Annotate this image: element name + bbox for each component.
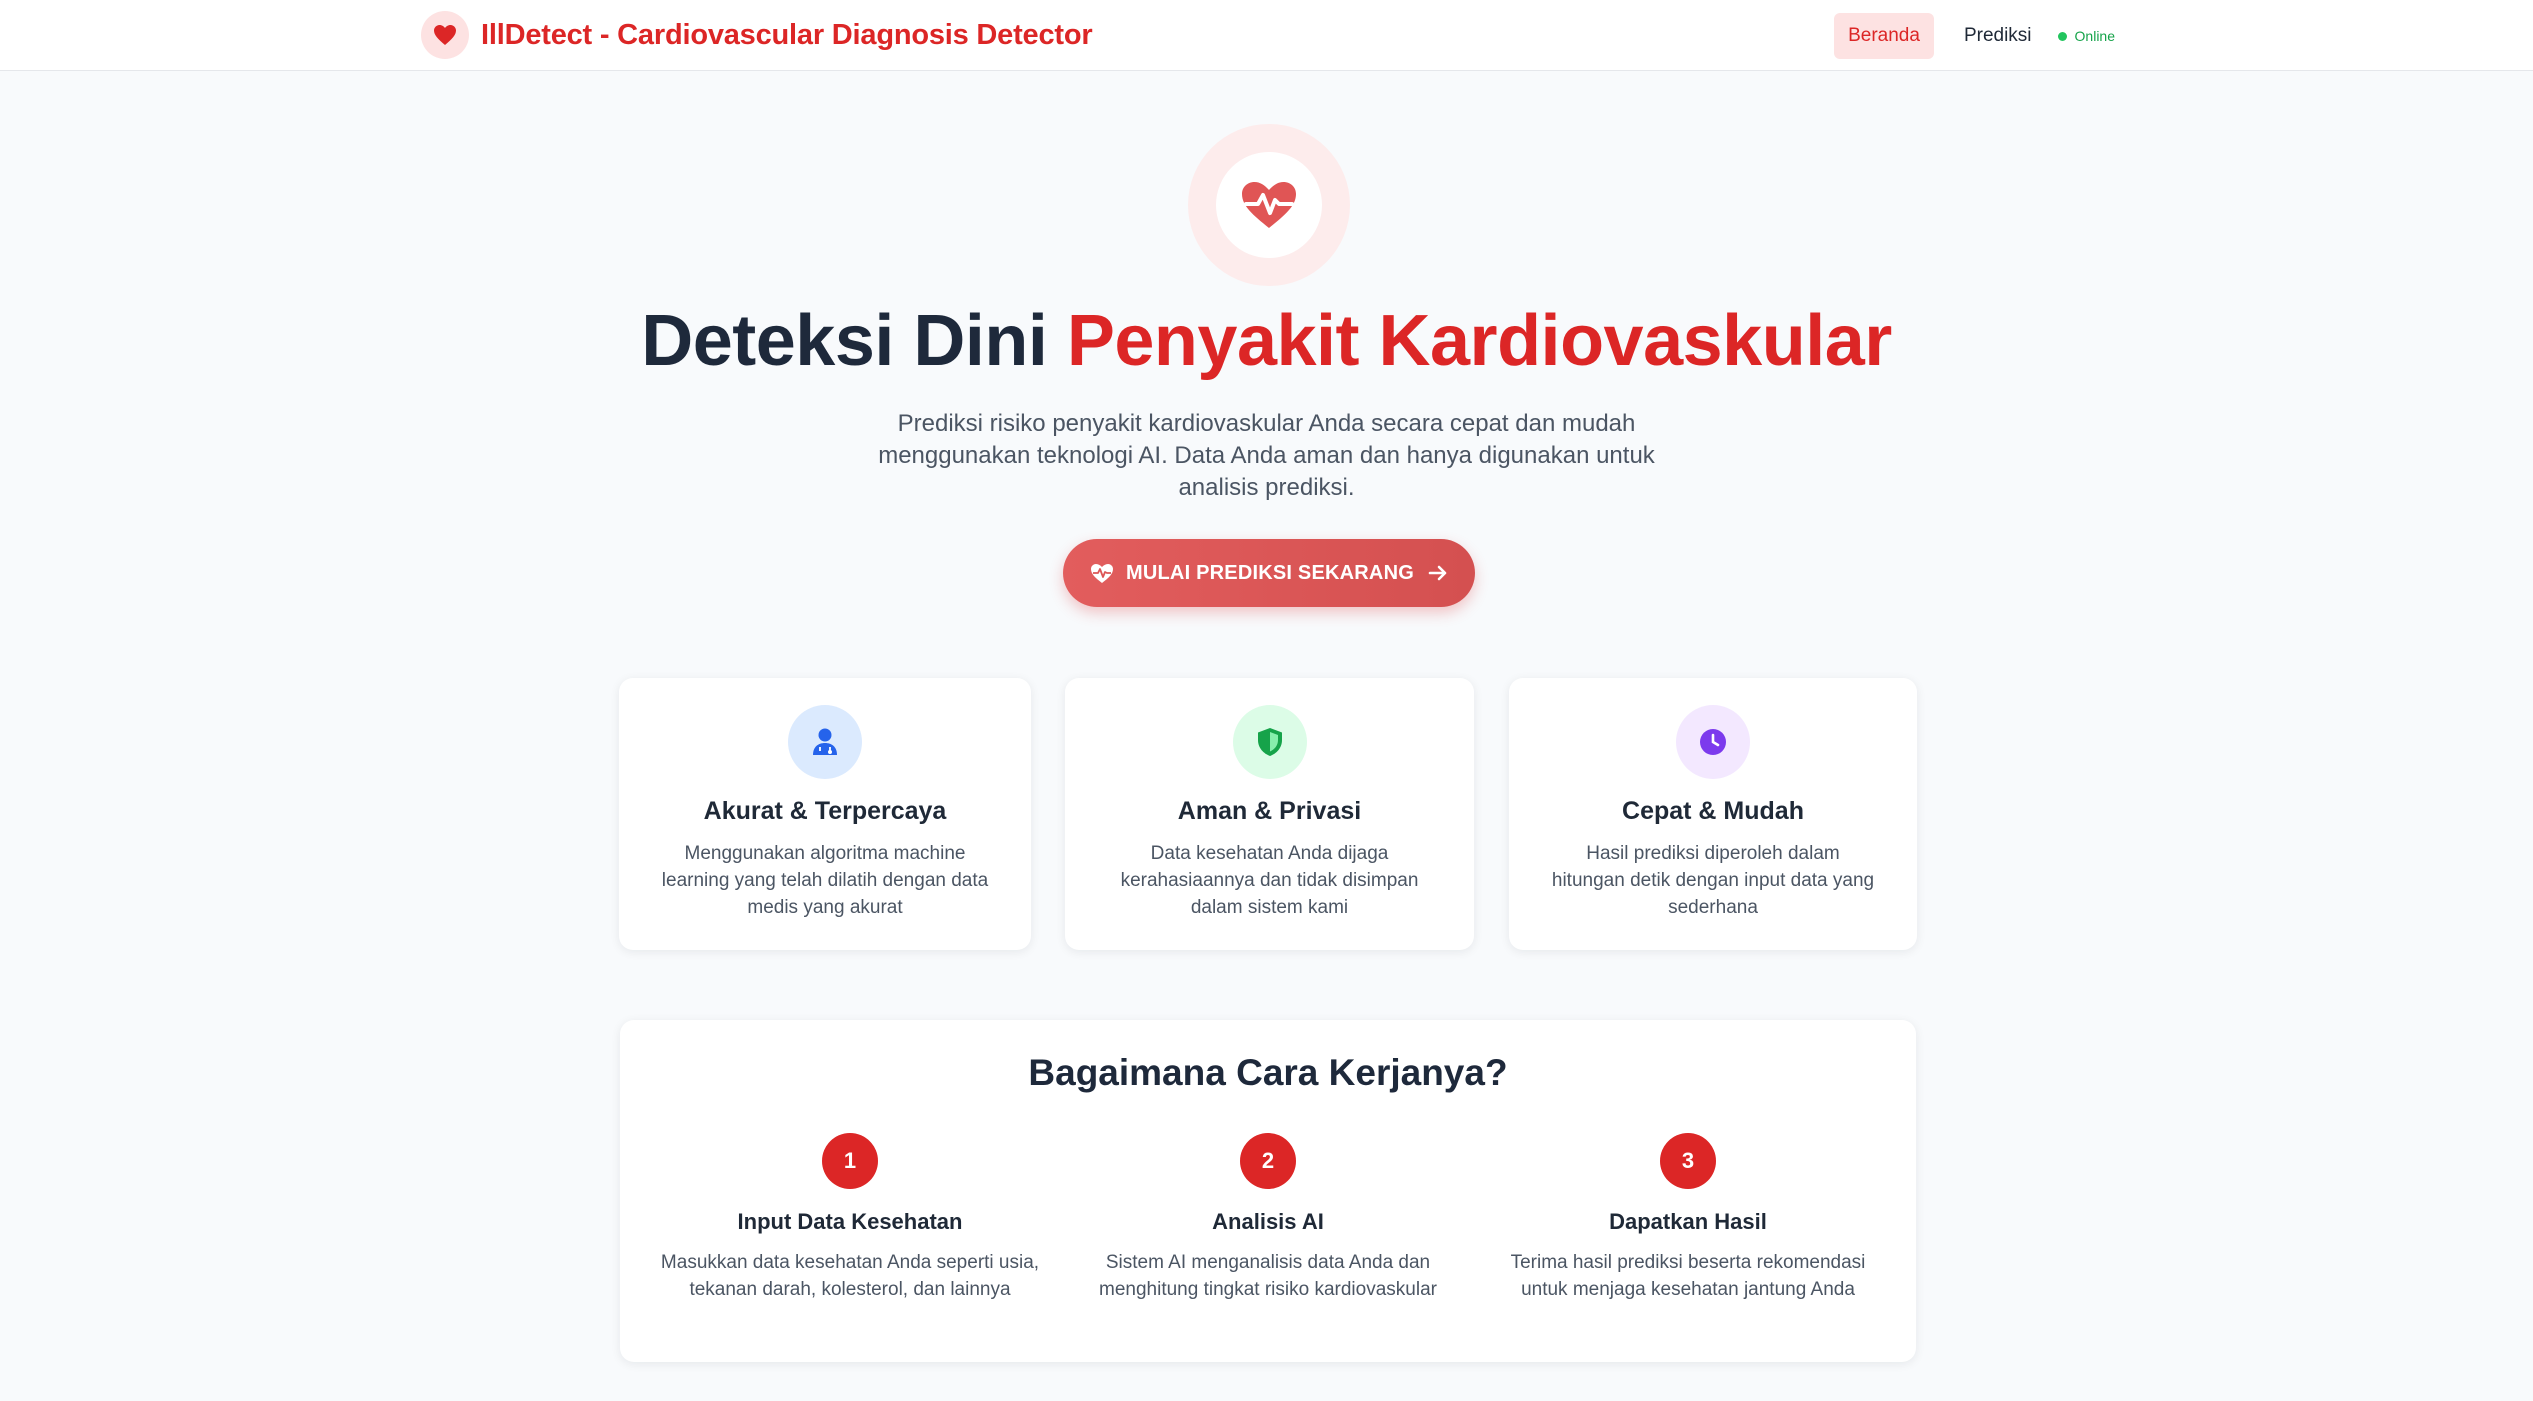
feature-desc: Hasil prediksi diperoleh dalam hitungan … <box>1551 843 1875 918</box>
step-1: 1 Input Data Kesehatan Masukkan data kes… <box>660 1133 1040 1303</box>
hero-subtitle: Prediksi risiko penyakit kardiovaskular … <box>878 410 1655 501</box>
heart-pulse-icon <box>1090 563 1114 584</box>
hero-title-main: Deteksi Dini <box>641 301 1067 381</box>
how-title: Bagaimana Cara Kerjanya? <box>1028 1052 1508 1093</box>
status-indicator: Online <box>2057 28 2115 44</box>
nav-prediksi[interactable]: Prediksi <box>1950 13 2046 59</box>
clock-icon <box>1676 705 1750 779</box>
step-title: Dapatkan Hasil <box>1609 1209 1767 1234</box>
cta-label: MULAI PREDIKSI SEKARANG <box>1126 561 1414 584</box>
status-label: Online <box>2074 28 2115 44</box>
status-dot <box>2057 31 2067 41</box>
feature-title: Aman & Privasi <box>1177 797 1362 825</box>
navbar: IllDetect - Cardiovascular Diagnosis Det… <box>0 0 2533 71</box>
feature-desc: Data kesehatan Anda dijaga kerahasiaanny… <box>1120 843 1419 918</box>
feature-desc: Menggunakan algoritma machine learning y… <box>661 843 989 918</box>
step-number: 1 <box>822 1133 878 1189</box>
heart-icon <box>421 11 469 59</box>
step-desc: Masukkan data kesehatan Anda seperti usi… <box>660 1252 1040 1300</box>
feature-title: Cepat & Mudah <box>1622 797 1804 825</box>
step-number: 3 <box>1660 1133 1716 1189</box>
shield-icon <box>1232 705 1307 779</box>
arrow-right-icon <box>1428 564 1448 582</box>
feature-card-akurat: Akurat & Terpercaya Menggunakan algoritm… <box>619 678 1031 950</box>
hero-title: Deteksi Dini Penyakit Kardiovaskular <box>0 300 2533 382</box>
start-prediction-button[interactable]: MULAI PREDIKSI SEKARANG <box>1063 539 1475 607</box>
feature-card-cepat: Cepat & Mudah Hasil prediksi diperoleh d… <box>1509 678 1917 950</box>
brand-title: IllDetect - Cardiovascular Diagnosis Det… <box>481 18 1093 51</box>
hero-title-accent: Penyakit Kardiovaskular <box>1066 301 1892 381</box>
brand-link[interactable]: IllDetect - Cardiovascular Diagnosis Det… <box>421 11 1093 59</box>
how-it-works-section: Bagaimana Cara Kerjanya? 1 Input Data Ke… <box>620 1020 1916 1362</box>
feature-card-aman: Aman & Privasi Data kesehatan Anda dijag… <box>1065 678 1474 950</box>
nav-beranda[interactable]: Beranda <box>1834 13 1934 59</box>
hero-icon-ring <box>1188 124 1350 286</box>
step-2: 2 Analisis AI Sistem AI menganalisis dat… <box>1078 1133 1458 1303</box>
step-number: 2 <box>1240 1133 1296 1189</box>
user-doctor-icon <box>788 705 862 779</box>
step-desc: Sistem AI menganalisis data Anda dan men… <box>1099 1252 1437 1300</box>
step-title: Analisis AI <box>1212 1209 1324 1234</box>
feature-title: Akurat & Terpercaya <box>703 797 947 825</box>
step-desc: Terima hasil prediksi beserta rekomendas… <box>1510 1252 1866 1300</box>
step-title: Input Data Kesehatan <box>737 1209 963 1234</box>
heart-pulse-icon <box>1216 152 1322 258</box>
step-3: 3 Dapatkan Hasil Terima hasil prediksi b… <box>1498 1133 1878 1303</box>
